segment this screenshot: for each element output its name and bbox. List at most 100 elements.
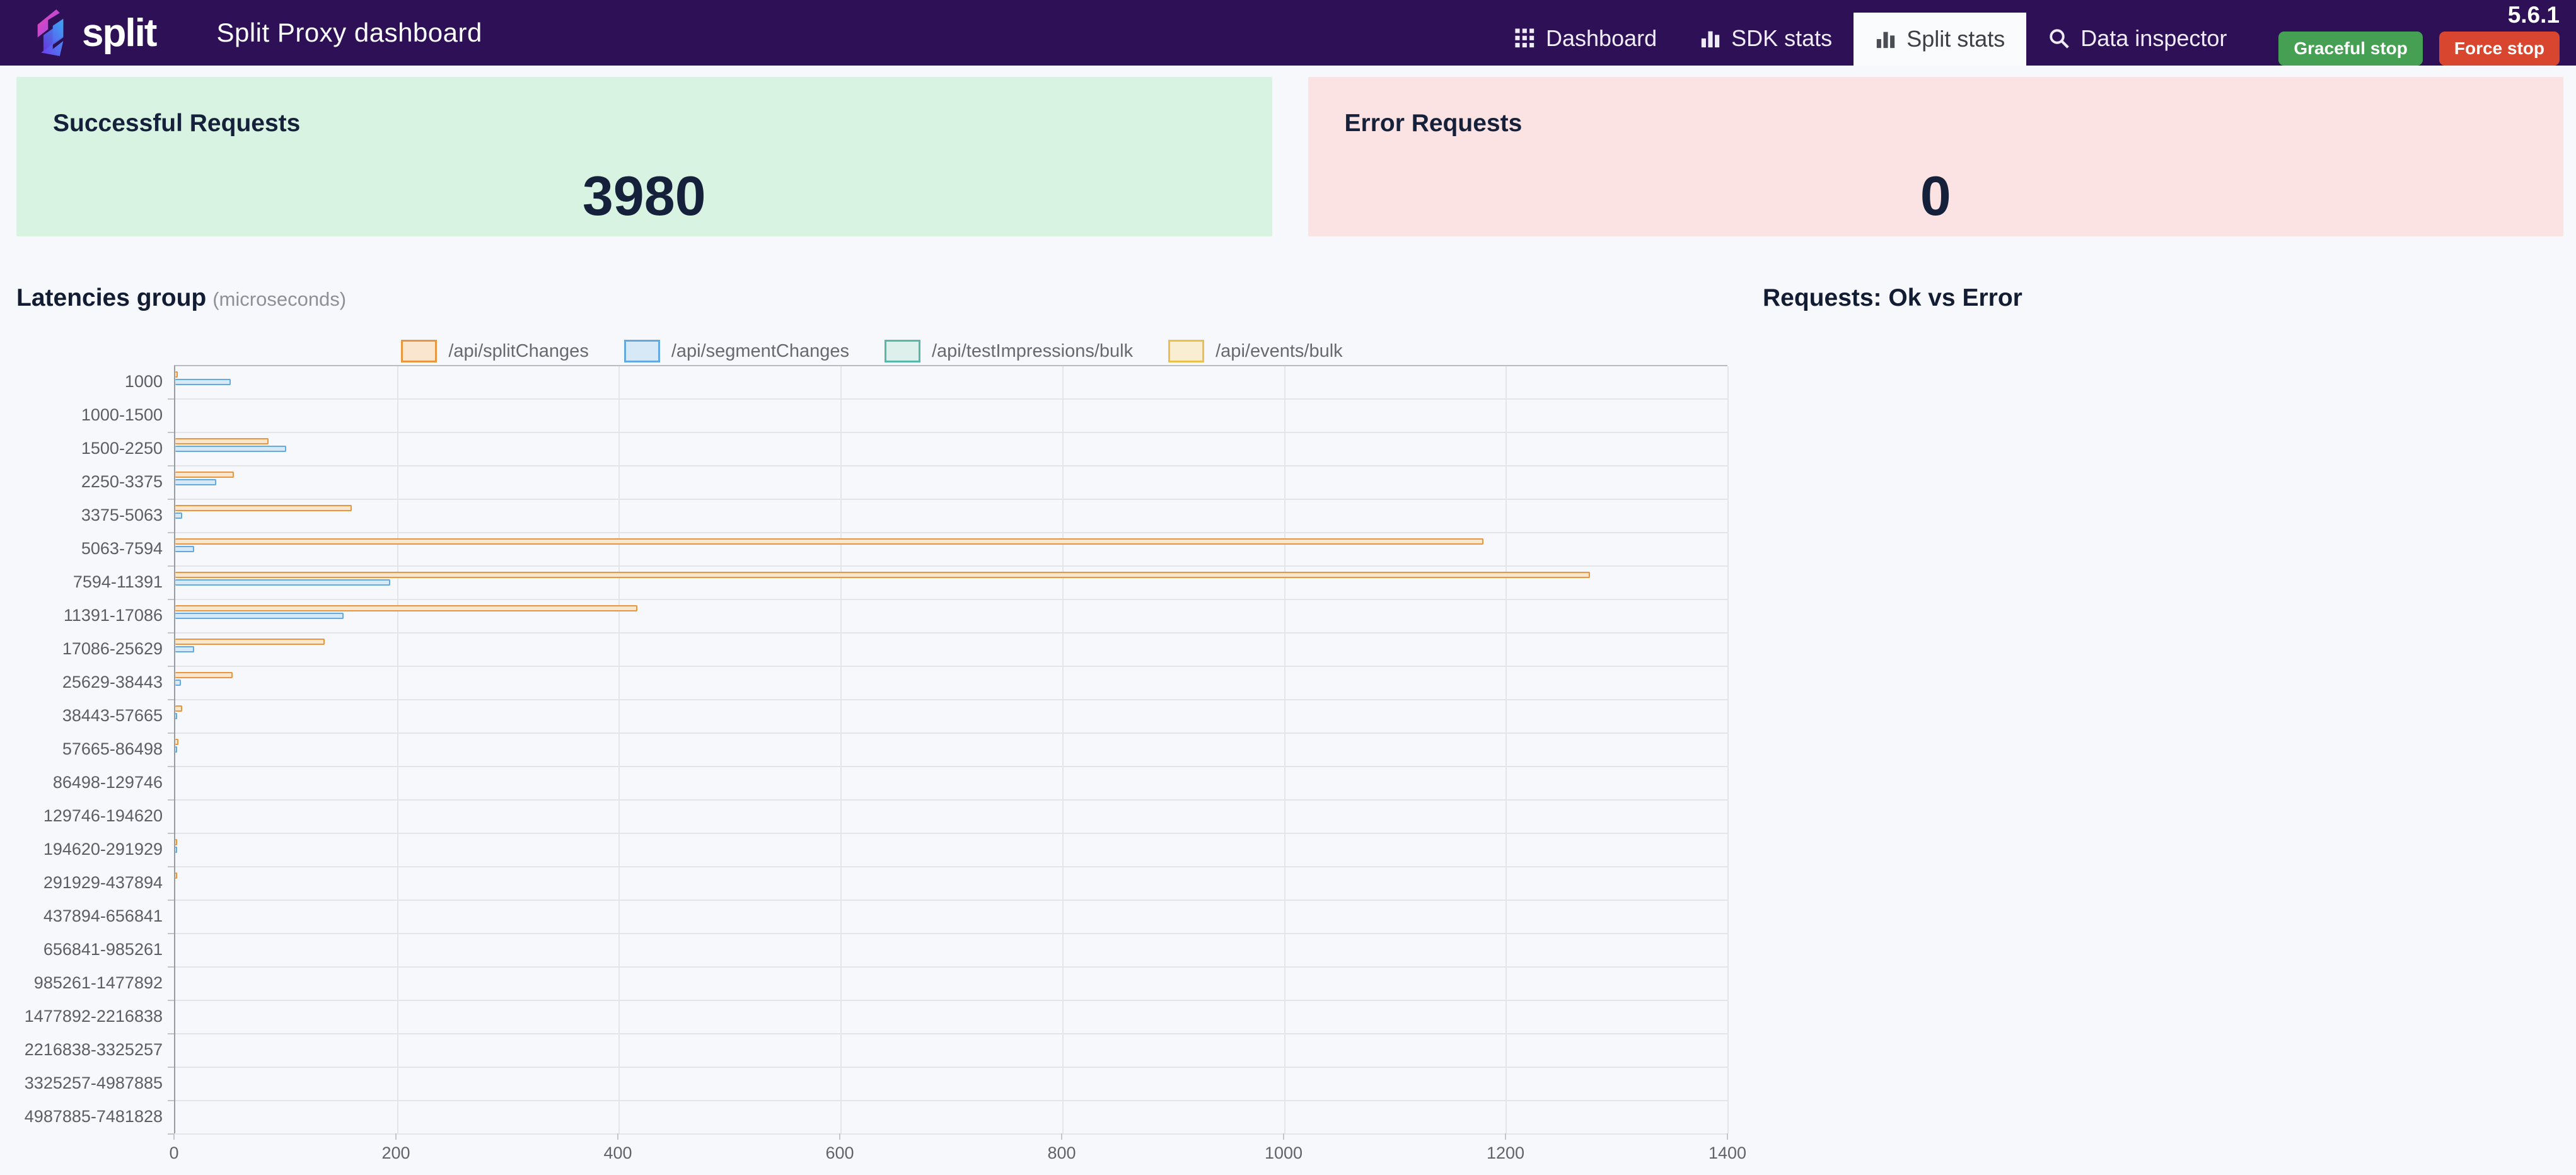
chart-row	[168, 700, 1727, 734]
chart-row	[168, 1034, 1727, 1068]
bar	[175, 672, 233, 678]
x-tick-label: 400	[603, 1143, 632, 1162]
legend-item[interactable]: /api/events/bulk	[1168, 340, 1343, 362]
legend-item[interactable]: /api/segmentChanges	[624, 340, 849, 362]
bar	[175, 478, 217, 485]
nav-item-label: Split stats	[1906, 26, 2005, 52]
chart-row	[168, 634, 1727, 667]
successful-requests-card: Successful Requests 3980	[16, 77, 1272, 236]
category-label: 985261-1477892	[33, 973, 163, 992]
bar	[175, 605, 638, 611]
x-tick-label: 1400	[1708, 1143, 1747, 1162]
y-axis-tick	[168, 1000, 174, 1001]
bar	[175, 846, 177, 853]
x-axis-tick	[1505, 1133, 1506, 1140]
category-label: 17086-25629	[62, 639, 163, 658]
nav-item-split-stats[interactable]: Split stats	[1854, 13, 2027, 66]
x-axis-tick	[173, 1133, 175, 1140]
nav-item-data-inspector[interactable]: Data inspector	[2026, 11, 2248, 66]
x-axis-tick	[839, 1133, 840, 1140]
bar	[175, 679, 181, 686]
nav-items: Dashboard SDK stats Split stats Data ins…	[1493, 0, 2248, 66]
bar	[175, 472, 235, 478]
y-axis-tick	[168, 432, 174, 433]
legend-item[interactable]: /api/splitChanges	[401, 340, 589, 362]
y-axis-tick	[168, 799, 174, 801]
y-axis-tick	[168, 933, 174, 934]
nav-right-cluster: 5.6.1 Graceful stop Force stop	[2278, 1, 2576, 66]
split-logo-icon	[37, 9, 64, 56]
requests-section: Requests: Ok vs Error	[1727, 284, 2563, 1166]
legend-item[interactable]: /api/testImpressions/bulk	[884, 340, 1133, 362]
grid-icon	[1515, 28, 1535, 48]
bar	[175, 639, 325, 645]
bar	[175, 712, 177, 719]
chart-row	[168, 801, 1727, 834]
category-label: 437894-656841	[43, 906, 163, 925]
bar	[175, 839, 177, 845]
category-label: 3325257-4987885	[24, 1074, 163, 1092]
y-axis-tick	[168, 1067, 174, 1068]
y-axis-tick	[168, 599, 174, 600]
category-label: 25629-38443	[62, 673, 163, 692]
successful-requests-value: 3980	[582, 165, 706, 227]
category-label: 1477892-2216838	[24, 1007, 163, 1026]
category-label: 3375-5063	[81, 506, 163, 524]
chart-row	[168, 968, 1727, 1001]
card-title: Error Requests	[1344, 110, 1523, 137]
nav-item-sdk-stats[interactable]: SDK stats	[1678, 11, 1854, 66]
nav-item-dashboard[interactable]: Dashboard	[1493, 11, 1678, 66]
latencies-title: Latencies group (microseconds)	[16, 284, 347, 311]
force-stop-button[interactable]: Force stop	[2439, 31, 2560, 66]
y-axis-tick	[168, 499, 174, 500]
nav-item-label: SDK stats	[1731, 25, 1833, 51]
legend-color-box	[624, 340, 660, 362]
category-label: 4987885-7481828	[24, 1107, 163, 1126]
error-requests-card: Error Requests 0	[1308, 77, 2563, 236]
y-axis-tick	[168, 666, 174, 667]
x-axis-tick	[1283, 1133, 1284, 1140]
category-label: 7594-11391	[73, 572, 163, 591]
main-content: Latencies group (microseconds) /api/split…	[16, 284, 2563, 1166]
x-tick-label: 200	[381, 1143, 410, 1162]
legend-label: /api/splitChanges	[448, 340, 589, 361]
category-label: 57665-86498	[62, 739, 163, 758]
chart-row	[168, 600, 1727, 634]
chart-row	[168, 400, 1727, 433]
bar-chart-icon	[1877, 32, 1895, 49]
category-label: 1500-2250	[81, 439, 163, 458]
bar	[175, 445, 286, 452]
bar	[175, 645, 194, 652]
x-axis-tick	[617, 1133, 618, 1140]
legend-label: /api/events/bulk	[1215, 340, 1343, 361]
navbar: split Split Proxy dashboard Dashboard SD…	[0, 0, 2576, 66]
legend-label: /api/segmentChanges	[671, 340, 849, 361]
bar	[175, 505, 352, 511]
category-label: 2250-3375	[81, 472, 163, 491]
y-axis-tick	[168, 732, 174, 734]
category-label: 656841-985261	[43, 940, 163, 959]
y-axis-tick	[168, 565, 174, 567]
category-label: 5063-7594	[81, 539, 163, 558]
bar	[175, 572, 1590, 578]
chart-row	[168, 466, 1727, 500]
latencies-subtitle: (microseconds)	[212, 288, 347, 310]
chart-row	[168, 433, 1727, 466]
chart-row	[168, 1101, 1727, 1135]
x-axis-tick	[1060, 1133, 1062, 1140]
chart-row	[168, 934, 1727, 968]
x-axis-tick	[395, 1133, 397, 1140]
bar	[175, 438, 269, 444]
latencies-chart-section: Latencies group (microseconds) /api/split…	[16, 284, 1746, 1166]
stat-cards: Successful Requests 3980 Error Requests …	[16, 77, 2563, 236]
y-axis-tick	[168, 966, 174, 968]
y-axis-tick	[168, 465, 174, 466]
chart-row	[168, 667, 1727, 700]
search-icon	[2050, 29, 2069, 49]
latencies-bar-chart: 1000 1000-1500 1500-2250 2250-3375 3375-5063…	[16, 365, 1746, 1166]
bar	[175, 545, 194, 552]
bar	[175, 579, 391, 586]
graceful-stop-button[interactable]: Graceful stop	[2278, 31, 2423, 66]
category-label: 86498-129746	[52, 773, 163, 792]
legend-color-box	[401, 340, 438, 362]
